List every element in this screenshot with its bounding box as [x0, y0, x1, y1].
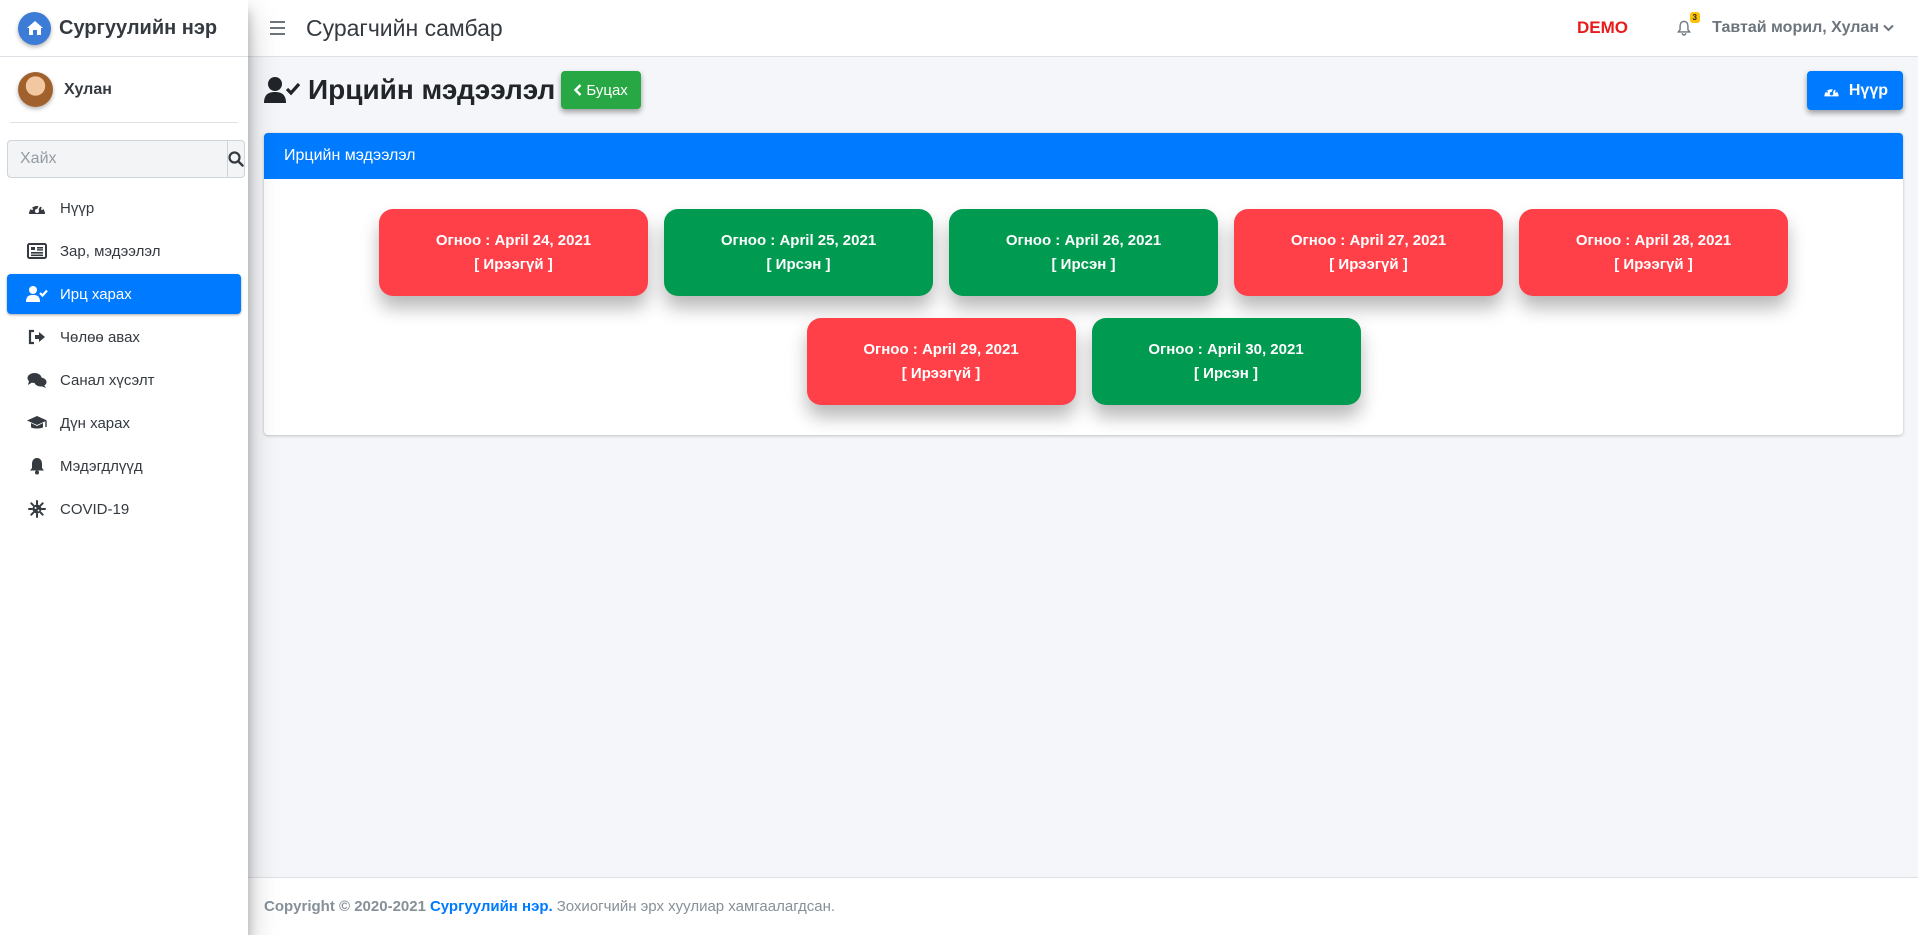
footer: Copyright © 2020-2021 Сургуулийн нэр. Зо…	[248, 877, 1918, 935]
sidebar-item-label: Санал хүсэлт	[60, 371, 155, 389]
sign-out-icon	[26, 327, 48, 347]
attendance-day[interactable]: Огноо : April 24, 2021 [ Ирээгүй ]	[379, 209, 648, 296]
attendance-day[interactable]: Огноо : April 28, 2021 [ Ирээгүй ]	[1519, 209, 1788, 296]
user-menu[interactable]: Тавтай морил, Хулан	[1712, 19, 1894, 37]
sidebar-item-label: Мэдэгдлүүд	[60, 457, 143, 475]
sidebar-item-grades[interactable]: Дүн харах	[7, 403, 241, 443]
sidebar-item-feedback[interactable]: Санал хүсэлт	[7, 360, 241, 400]
sidebar-item-covid[interactable]: COVID-19	[7, 489, 241, 529]
sidebar-item-label: Зар, мэдээлэл	[60, 242, 161, 260]
virus-icon	[26, 499, 48, 519]
day-date: Огноо : April 25, 2021	[720, 232, 877, 249]
day-date: Огноо : April 26, 2021	[1005, 232, 1162, 249]
sidebar-item-news[interactable]: Зар, мэдээлэл	[7, 231, 241, 271]
search-icon	[228, 151, 244, 167]
gauge-icon	[1824, 86, 1839, 96]
day-status: [ Ирээгүй ]	[1614, 256, 1693, 273]
back-button[interactable]: Буцах	[561, 71, 641, 109]
home-button[interactable]: Нүүр	[1806, 71, 1903, 110]
bell-icon	[26, 456, 48, 476]
sidebar-nav: Нүүр Зар, мэдээлэл Ирц харах Чөлөө авах …	[7, 188, 241, 529]
day-status: [ Ирээгүй ]	[901, 365, 981, 382]
sidebar-item-label: COVID-19	[60, 500, 130, 518]
attendance-day[interactable]: Огноо : April 27, 2021 [ Ирээгүй ]	[1234, 209, 1503, 296]
day-status: [ Ирсэн ]	[1051, 256, 1116, 273]
sidebar-item-label: Дүн харах	[60, 414, 130, 432]
dashboard-title: Сурагчийн самбар	[306, 14, 503, 41]
user-check-icon	[26, 284, 48, 304]
sidebar-item-label: Нүүр	[60, 199, 95, 217]
day-date: Огноо : April 28, 2021	[1575, 232, 1732, 249]
notification-count-badge: 3	[1689, 12, 1700, 23]
gauge-icon	[26, 198, 48, 218]
attendance-day[interactable]: Огноо : April 25, 2021 [ Ирсэн ]	[664, 209, 933, 296]
page-header: Ирцийн мэдээлэл Буцах	[264, 71, 641, 109]
user-check-icon	[264, 77, 301, 103]
sidebar-item-home[interactable]: Нүүр	[7, 188, 241, 228]
day-date: Огноо : April 24, 2021	[435, 232, 592, 249]
top-navbar: Сурагчийн самбар DEMO 3 Тавтай морил, Ху…	[248, 0, 1918, 57]
attendance-day[interactable]: Огноо : April 26, 2021 [ Ирсэн ]	[949, 209, 1218, 296]
attendance-card: Ирцийн мэдээлэл Огноо : April 24, 2021 […	[264, 133, 1903, 435]
sidebar-item-label: Ирц харах	[60, 285, 132, 303]
menu-toggle-icon[interactable]	[270, 21, 292, 35]
rights-text: Зохиогчийн эрх хуулиар хамгаалагдсан.	[556, 898, 836, 915]
news-icon	[26, 241, 48, 261]
sidebar-item-leave[interactable]: Чөлөө авах	[7, 317, 241, 357]
copyright-text: Copyright © 2020-2021	[264, 898, 426, 915]
footer-school-link[interactable]: Сургуулийн нэр.	[430, 898, 553, 915]
notifications-button[interactable]: 3	[1672, 12, 1700, 40]
sidebar-item-label: Чөлөө авах	[60, 328, 140, 346]
home-button-label: Нүүр	[1848, 81, 1888, 99]
attendance-day[interactable]: Огноо : April 29, 2021 [ Ирээгүй ]	[806, 318, 1076, 405]
card-header: Ирцийн мэдээлэл	[264, 133, 1903, 179]
avatar	[18, 72, 53, 107]
page-title: Ирцийн мэдээлэл	[308, 74, 556, 105]
main-content: Ирцийн мэдээлэл Буцах Нүүр Ирцийн мэдээл…	[248, 57, 1918, 877]
sidebar-search	[7, 140, 245, 178]
attendance-day[interactable]: Огноо : April 30, 2021 [ Ирсэн ]	[1091, 318, 1361, 405]
chevron-left-icon	[574, 84, 582, 96]
home-logo-icon	[18, 11, 51, 45]
bell-icon	[1677, 20, 1691, 36]
day-date: Огноо : April 30, 2021	[1148, 341, 1304, 358]
attendance-days: Огноо : April 24, 2021 [ Ирээгүй ] Огноо…	[264, 179, 1903, 405]
day-date: Огноо : April 27, 2021	[1290, 232, 1447, 249]
search-button[interactable]	[227, 140, 245, 178]
sidebar-item-notifications[interactable]: Мэдэгдлүүд	[7, 446, 241, 486]
day-status: [ Ирсэн ]	[766, 256, 831, 273]
comments-icon	[26, 370, 48, 390]
brand[interactable]: Сургуулийн нэр	[0, 0, 248, 57]
back-button-label: Буцах	[586, 81, 628, 99]
day-status: [ Ирээгүй ]	[1329, 256, 1408, 273]
brand-name: Сургуулийн нэр	[59, 16, 218, 39]
chevron-down-icon	[1883, 24, 1894, 32]
welcome-text: Тавтай морил, Хулан	[1712, 19, 1879, 36]
demo-label: DEMO	[1577, 18, 1628, 37]
sidebar-item-attendance[interactable]: Ирц харах	[7, 274, 241, 314]
day-status: [ Ирээгүй ]	[474, 256, 553, 273]
user-name: Хулан	[64, 80, 112, 98]
user-panel[interactable]: Хулан	[10, 57, 238, 123]
sidebar: Сургуулийн нэр Хулан Нүүр Зар, мэдээлэл	[0, 0, 248, 935]
day-status: [ Ирсэн ]	[1194, 365, 1258, 382]
graduation-cap-icon	[26, 413, 48, 433]
search-input[interactable]	[7, 140, 227, 178]
day-date: Огноо : April 29, 2021	[863, 341, 1019, 358]
